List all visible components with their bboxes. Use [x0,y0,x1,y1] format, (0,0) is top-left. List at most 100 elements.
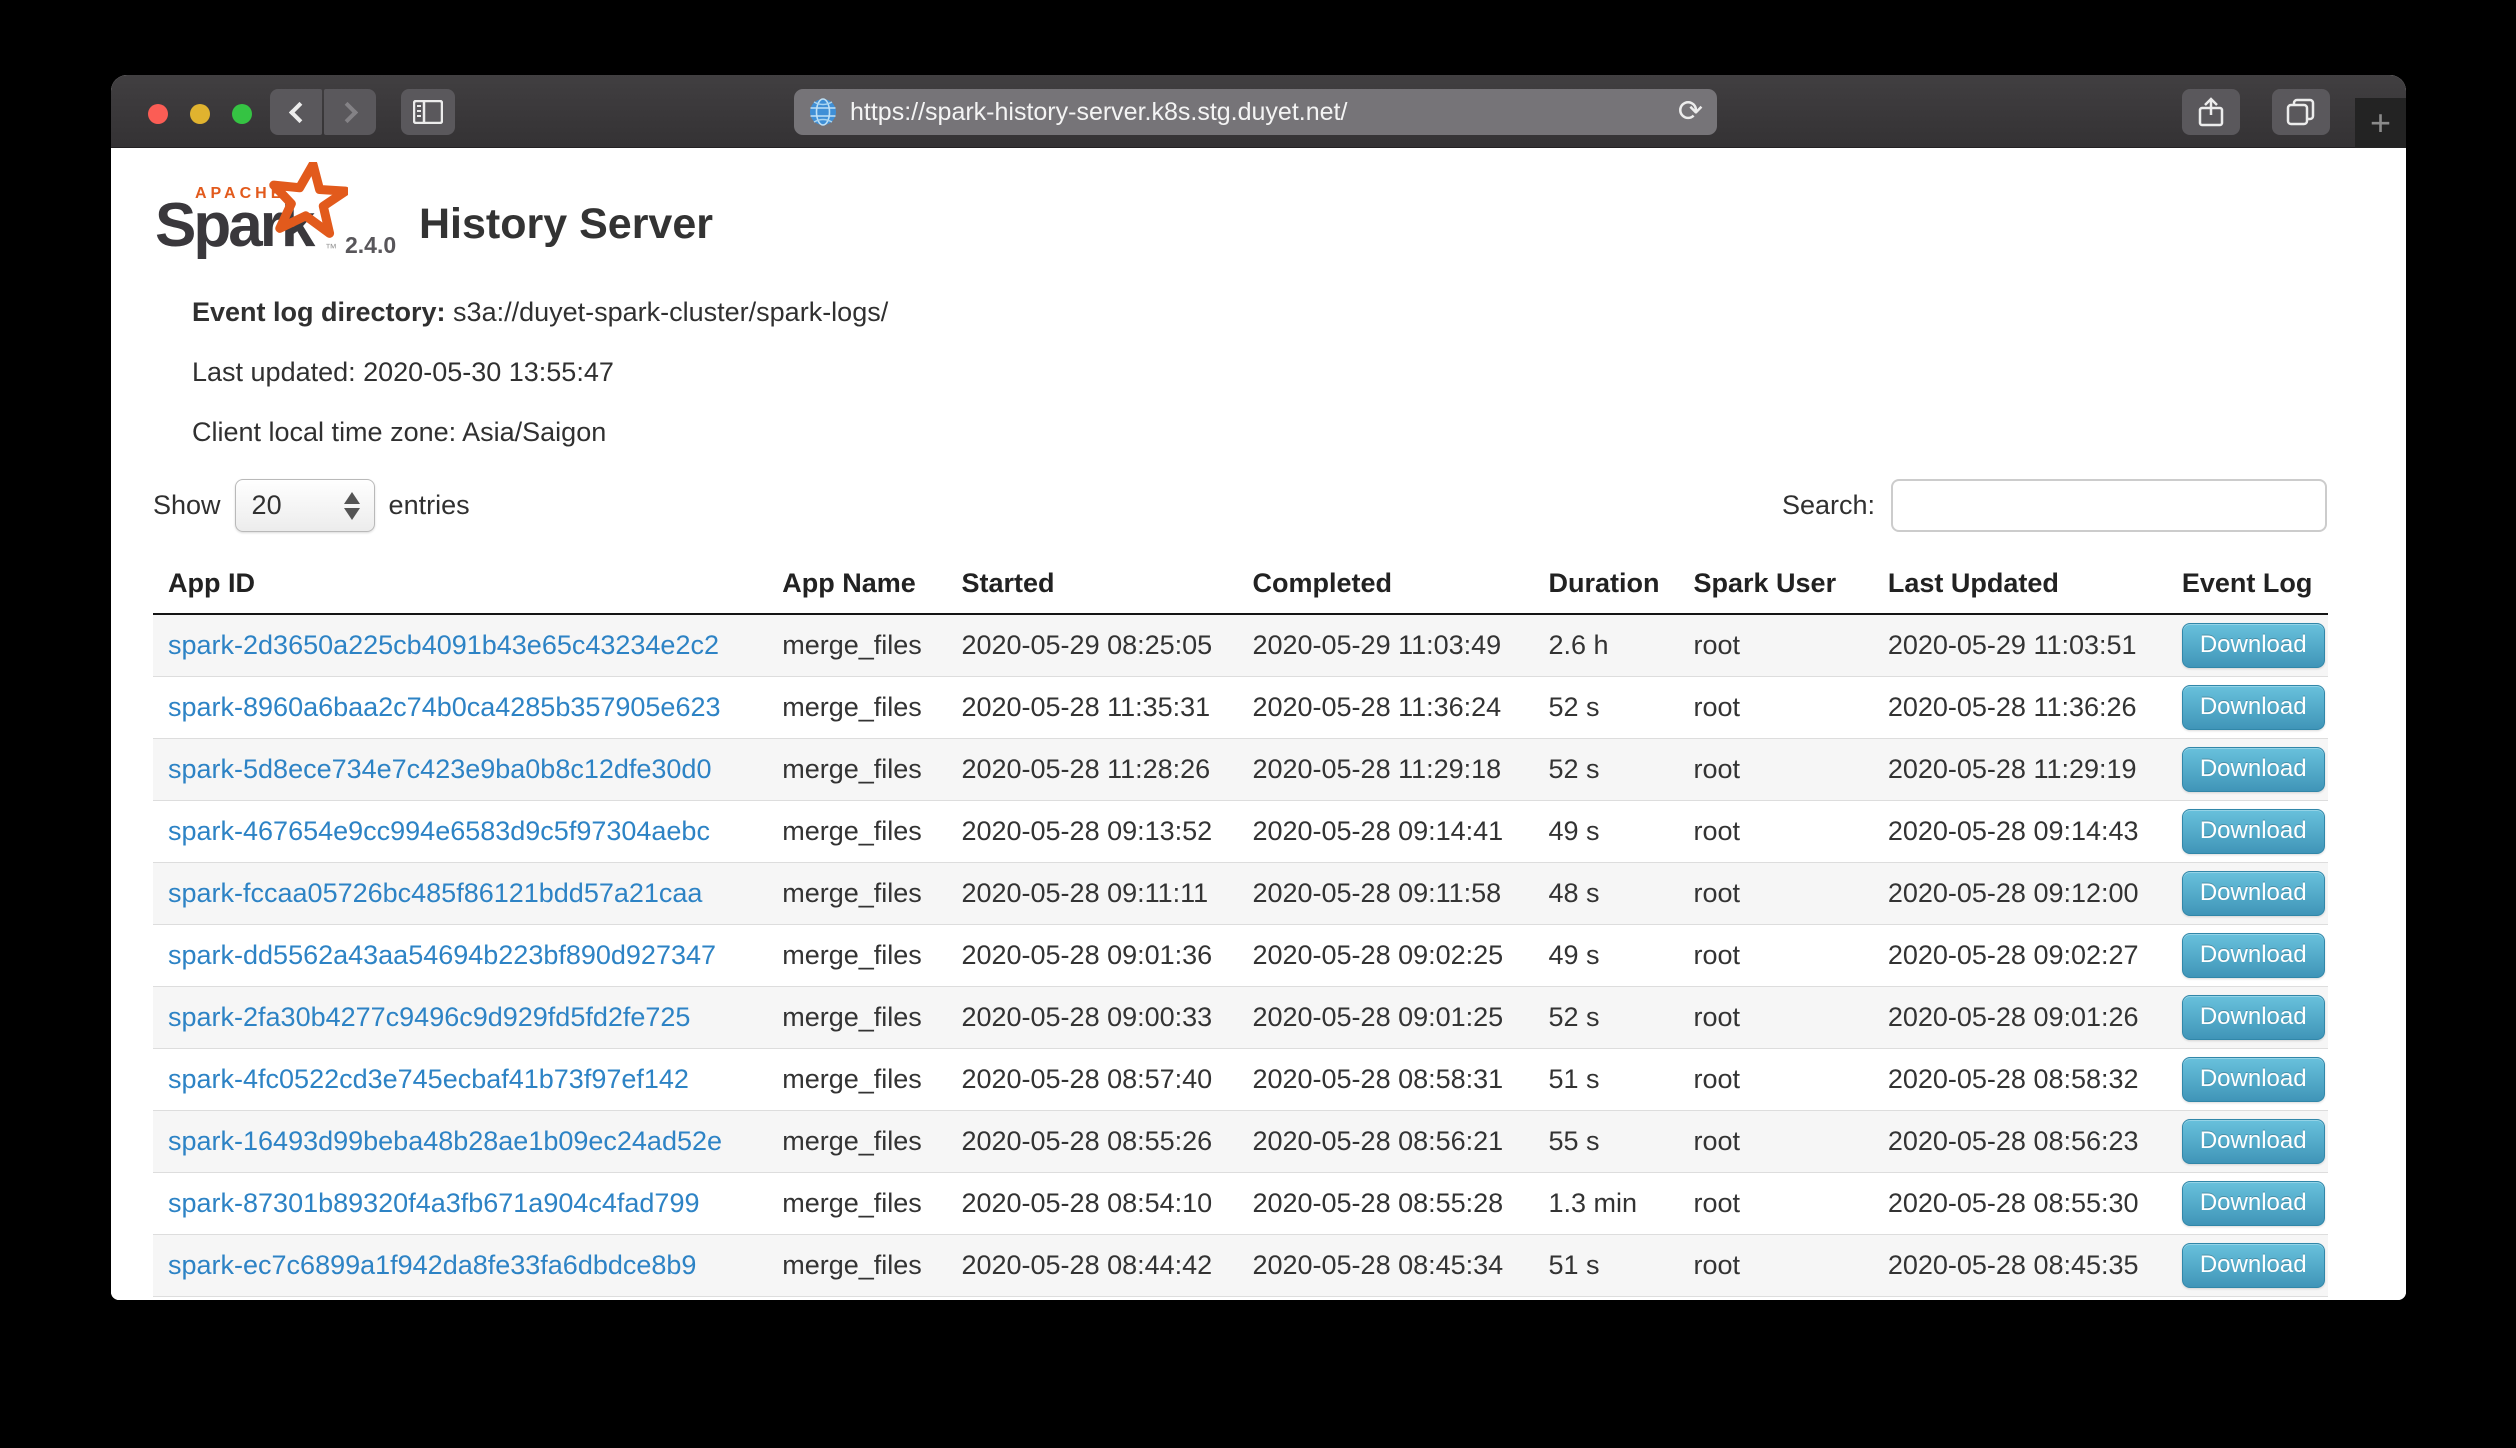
browser-titlebar: https://spark-history-server.k8s.stg.duy… [111,75,2406,148]
page-title: History Server [419,200,713,249]
download-button[interactable]: Download [2182,1181,2325,1226]
app-id-cell: spark-2d3650a225cb4091b43e65c43234e2c2 [153,614,767,676]
download-button[interactable]: Download [2182,933,2325,978]
download-button[interactable]: Download [2182,685,2325,730]
download-button[interactable]: Download [2182,747,2325,792]
completed-cell: 2020-05-28 08:55:28 [1237,1172,1533,1234]
app-id-link[interactable]: spark-16493d99beba48b28ae1b09ec24ad52e [168,1126,722,1156]
search-input[interactable] [1891,479,2327,532]
download-button[interactable]: Download [2182,1243,2325,1288]
app-id-link[interactable]: spark-467654e9cc994e6583d9c5f97304aebc [168,816,710,846]
completed-cell: 2020-05-28 11:36:24 [1237,676,1533,738]
started-cell: 2020-05-29 08:25:05 [946,614,1237,676]
completed-cell: 2020-05-28 11:29:18 [1237,738,1533,800]
app-name-cell: merge_files [767,1048,946,1110]
completed-cell: 2020-05-28 09:01:25 [1237,986,1533,1048]
spark-user-cell: root [1679,986,1873,1048]
server-info: Event log directory: s3a://duyet-spark-c… [153,299,2327,446]
table-header-row: App IDApp NameStartedCompletedDurationSp… [153,564,2328,614]
download-button[interactable]: Download [2182,809,2325,854]
spark-user-cell: root [1679,924,1873,986]
tab-overview-button[interactable] [2272,89,2330,135]
duration-cell: 51 s [1534,1234,1679,1296]
app-name-cell: merge_files [767,1172,946,1234]
app-name-cell: merge_files [767,862,946,924]
sidebar-icon [413,100,443,124]
column-header-app-name[interactable]: App Name [767,564,946,614]
spark-user-cell: root [1679,738,1873,800]
app-id-cell: spark-16493d99beba48b28ae1b09ec24ad52e [153,1110,767,1172]
duration-cell: 48 s [1534,862,1679,924]
event-log-cell: Download [2167,738,2328,800]
address-bar[interactable]: https://spark-history-server.k8s.stg.duy… [794,89,1717,135]
select-spinner-icon [344,492,360,520]
column-header-duration[interactable]: Duration [1534,564,1679,614]
app-id-link[interactable]: spark-5d8ece734e7c423e9ba0b8c12dfe30d0 [168,754,711,784]
download-button[interactable]: Download [2182,623,2325,668]
event-log-cell: Download [2167,924,2328,986]
spark-user-cell: root [1679,676,1873,738]
app-name-cell: merge_files [767,738,946,800]
sidebar-toggle-button[interactable] [401,89,455,135]
started-cell: 2020-05-28 09:11:11 [946,862,1237,924]
close-window-button[interactable] [148,104,168,124]
column-header-app-id[interactable]: App ID [153,564,767,614]
forward-button[interactable] [324,89,376,135]
app-id-cell: spark-5d8ece734e7c423e9ba0b8c12dfe30d0 [153,738,767,800]
column-header-started[interactable]: Started [946,564,1237,614]
app-id-link[interactable]: spark-ec7c6899a1f942da8fe33fa6dbdce8b9 [168,1250,696,1280]
app-id-cell: spark-467654e9cc994e6583d9c5f97304aebc [153,800,767,862]
spark-user-cell: root [1679,1048,1873,1110]
url-text: https://spark-history-server.k8s.stg.duy… [850,98,1678,127]
last-updated-cell: 2020-05-28 08:58:32 [1873,1048,2167,1110]
show-label: Show [153,490,221,521]
app-id-link[interactable]: spark-4fc0522cd3e745ecbaf41b73f97ef142 [168,1064,689,1094]
app-id-link[interactable]: spark-dd5562a43aa54694b223bf890d927347 [168,940,716,970]
download-button[interactable]: Download [2182,995,2325,1040]
new-tab-button[interactable]: + [2355,98,2406,148]
spark-user-cell: root [1679,1110,1873,1172]
share-button[interactable] [2182,89,2240,135]
entries-select[interactable]: 20 [235,479,375,532]
table-row: spark-2d3650a225cb4091b43e65c43234e2c2me… [153,614,2328,676]
duration-cell: 52 s [1534,738,1679,800]
column-header-spark-user[interactable]: Spark User [1679,564,1873,614]
last-updated-cell: 2020-05-28 09:01:26 [1873,986,2167,1048]
app-id-link[interactable]: spark-2fa30b4277c9496c9d929fd5fd2fe725 [168,1002,690,1032]
back-chevron-icon [288,101,309,122]
column-header-completed[interactable]: Completed [1237,564,1533,614]
download-button[interactable]: Download [2182,1119,2325,1164]
table-row: spark-fccaa05726bc485f86121bdd57a21caa me… [153,862,2328,924]
forward-chevron-icon [336,101,357,122]
app-id-cell: spark-4fc0522cd3e745ecbaf41b73f97ef142 [153,1048,767,1110]
table-row: spark-87301b89320f4a3fb671a904c4fad799 me… [153,1172,2328,1234]
app-id-link[interactable]: spark-87301b89320f4a3fb671a904c4fad799 [168,1188,699,1218]
table-row: spark-8960a6baa2c74b0ca4285b357905e623me… [153,676,2328,738]
app-id-link[interactable]: spark-8960a6baa2c74b0ca4285b357905e623 [168,692,721,722]
download-button[interactable]: Download [2182,1057,2325,1102]
duration-cell: 52 s [1534,986,1679,1048]
reload-icon[interactable]: ⟳ [1678,97,1703,127]
table-row: spark-467654e9cc994e6583d9c5f97304aebc me… [153,800,2328,862]
column-header-event-log[interactable]: Event Log [2167,564,2328,614]
app-id-link[interactable]: spark-fccaa05726bc485f86121bdd57a21caa [168,878,702,908]
completed-cell: 2020-05-28 08:56:21 [1237,1110,1533,1172]
event-log-cell: Download [2167,1234,2328,1296]
event-log-cell: Download [2167,614,2328,676]
download-button[interactable]: Download [2182,871,2325,916]
column-header-last-updated[interactable]: Last Updated [1873,564,2167,614]
app-id-link[interactable]: spark-2d3650a225cb4091b43e65c43234e2c2 [168,630,719,660]
back-button[interactable] [270,89,322,135]
started-cell: 2020-05-28 09:00:33 [946,986,1237,1048]
minimize-window-button[interactable] [190,104,210,124]
table-row: spark-4fc0522cd3e745ecbaf41b73f97ef142 me… [153,1048,2328,1110]
app-id-cell: spark-dd5562a43aa54694b223bf890d927347 [153,924,767,986]
app-name-cell: merge_files [767,800,946,862]
started-cell: 2020-05-28 11:28:26 [946,738,1237,800]
zoom-window-button[interactable] [232,104,252,124]
event-log-cell: Download [2167,1110,2328,1172]
spark-user-cell: root [1679,862,1873,924]
started-cell: 2020-05-28 08:44:42 [946,1234,1237,1296]
last-updated-cell: 2020-05-29 11:03:51 [1873,614,2167,676]
completed-cell: 2020-05-28 08:58:31 [1237,1048,1533,1110]
